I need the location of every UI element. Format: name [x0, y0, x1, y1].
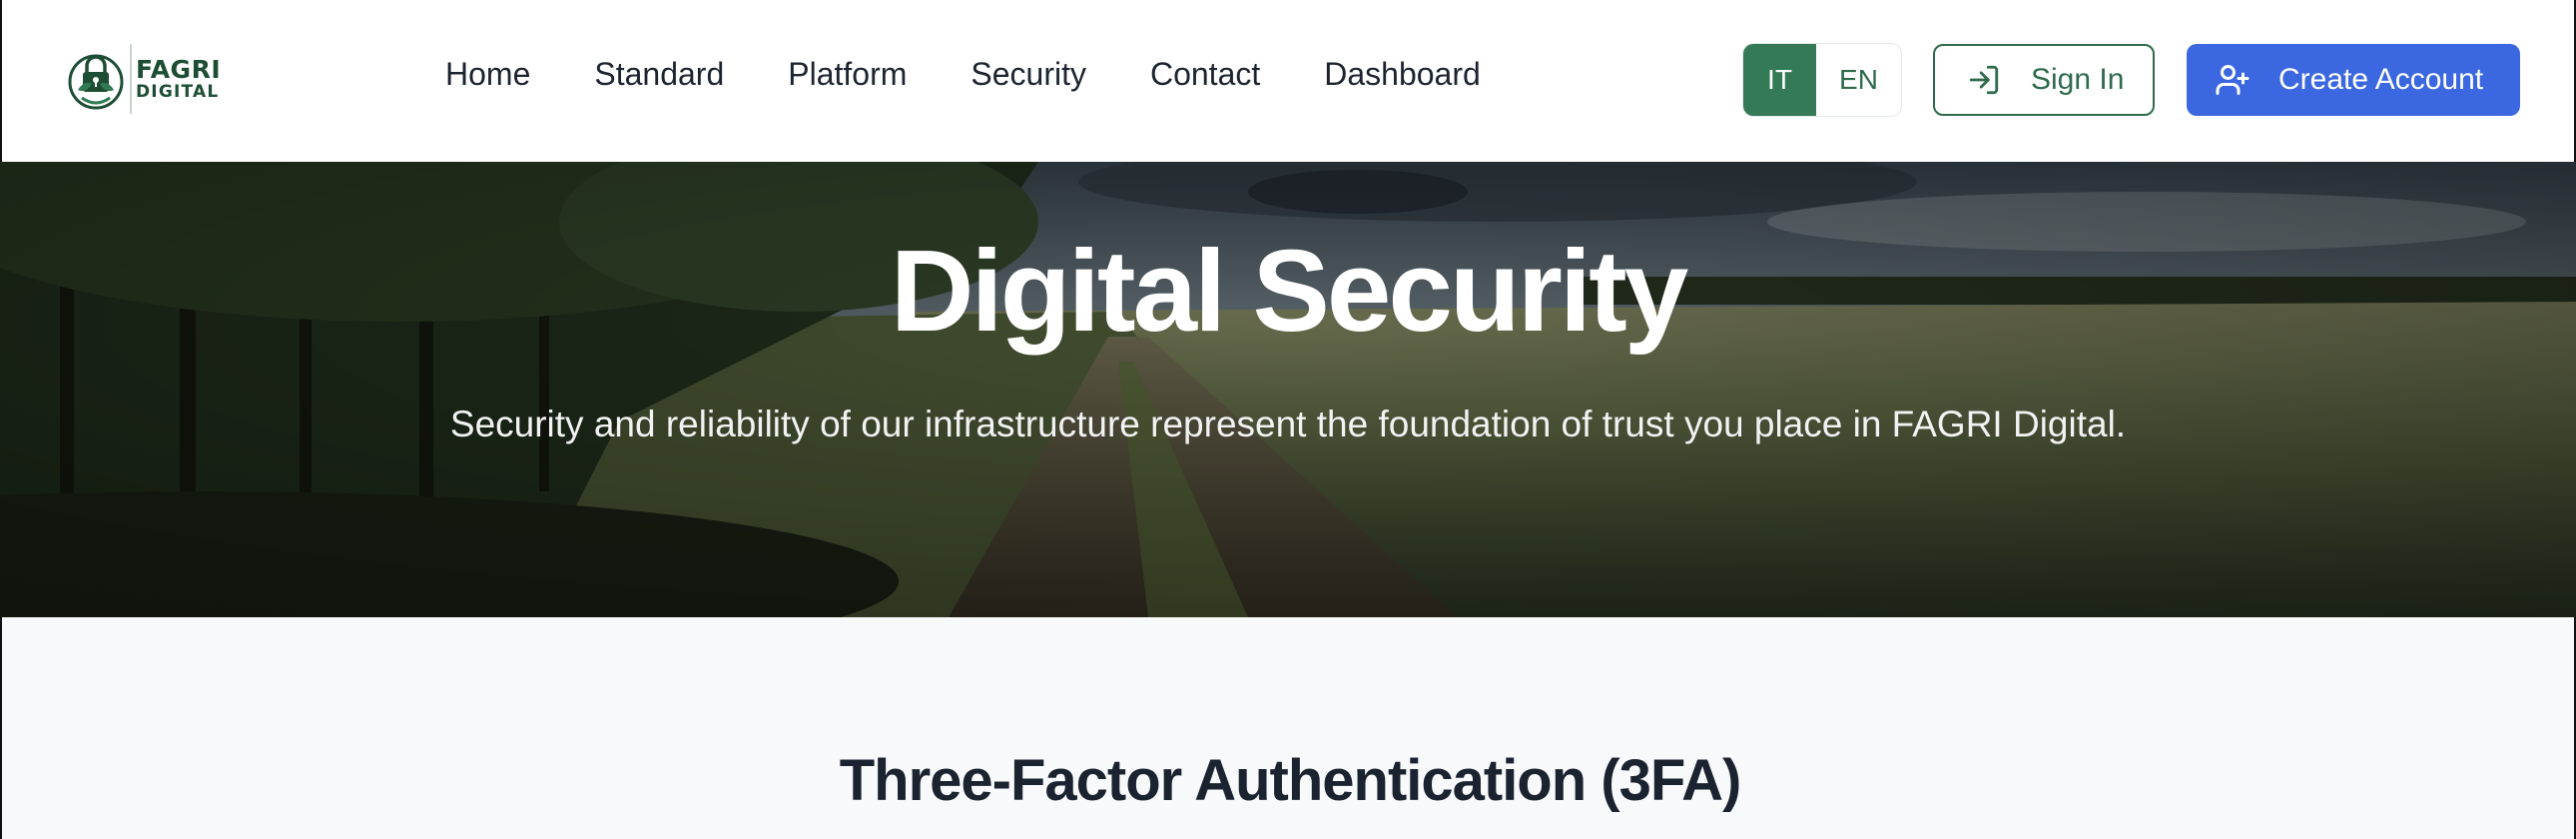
- language-option-en[interactable]: EN: [1816, 44, 1901, 116]
- site-header: FAGRI DIGITAL Home Standard Platform Sec…: [0, 0, 2576, 162]
- nav-item-standard[interactable]: Standard: [594, 56, 724, 93]
- sign-in-label: Sign In: [2031, 63, 2125, 96]
- page: FAGRI DIGITAL Home Standard Platform Sec…: [0, 0, 2576, 839]
- lock-leaf-emblem-icon: [68, 54, 124, 110]
- section-title: Three-Factor Authentication (3FA): [839, 748, 1742, 813]
- language-option-it[interactable]: IT: [1743, 44, 1816, 116]
- authentication-section: Three-Factor Authentication (3FA): [0, 617, 2576, 839]
- nav-item-dashboard[interactable]: Dashboard: [1324, 56, 1481, 93]
- sign-in-button[interactable]: Sign In: [1933, 44, 2155, 116]
- sign-in-icon: [1969, 65, 1999, 95]
- brand-name-line1: FAGRI: [136, 55, 222, 84]
- nav-item-platform[interactable]: Platform: [788, 56, 907, 93]
- language-switcher: IT EN: [1743, 44, 1901, 116]
- logo-divider: [130, 44, 132, 114]
- hero-subtitle: Security and reliability of our infrastr…: [449, 404, 2127, 444]
- brand-name: FAGRI DIGITAL: [136, 57, 221, 101]
- user-plus-icon: [2216, 65, 2250, 95]
- create-account-button[interactable]: Create Account: [2187, 44, 2520, 116]
- hero-banner: Digital Security Security and reliabilit…: [0, 162, 2576, 617]
- hero-title: Digital Security: [890, 226, 1688, 356]
- nav-item-home[interactable]: Home: [445, 56, 530, 93]
- create-account-label: Create Account: [2278, 63, 2484, 96]
- nav-item-security[interactable]: Security: [970, 56, 1086, 93]
- brand-logo[interactable]: FAGRI DIGITAL: [66, 44, 221, 114]
- main-nav: Home Standard Platform Security Contact …: [445, 56, 1481, 93]
- brand-name-line2: DIGITAL: [136, 82, 220, 102]
- nav-item-contact[interactable]: Contact: [1150, 56, 1260, 93]
